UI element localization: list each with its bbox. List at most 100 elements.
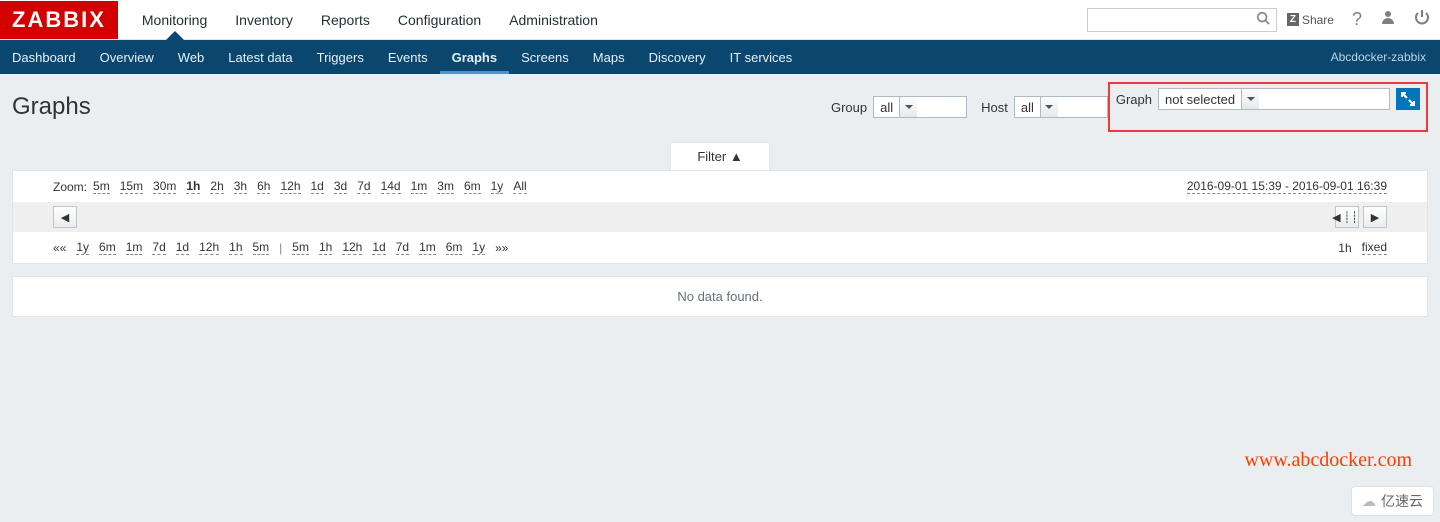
shift-left-5m[interactable]: 5m bbox=[253, 240, 270, 255]
page-title: Graphs bbox=[12, 93, 91, 121]
shift-left-7d[interactable]: 7d bbox=[152, 240, 165, 255]
filter-toggle-row: Filter ▲ bbox=[0, 142, 1440, 170]
subnav-latest-data[interactable]: Latest data bbox=[216, 40, 304, 74]
shift-right-12h[interactable]: 12h bbox=[342, 240, 362, 255]
topnav-reports[interactable]: Reports bbox=[307, 0, 384, 39]
subnav-discovery[interactable]: Discovery bbox=[637, 40, 718, 74]
subnav-overview[interactable]: Overview bbox=[88, 40, 166, 74]
graph-select-value: not selected bbox=[1159, 92, 1241, 107]
subnav-dashboard[interactable]: Dashboard bbox=[0, 40, 88, 74]
time-panel: Zoom: 5m 15m 30m 1h 2h 3h 6h 12h 1d 3d 7… bbox=[12, 170, 1428, 264]
shift-mode-toggle[interactable]: fixed bbox=[1362, 240, 1387, 255]
zoom-6m[interactable]: 6m bbox=[464, 179, 481, 194]
host-select[interactable]: all bbox=[1014, 96, 1108, 118]
subnav-it-services[interactable]: IT services bbox=[718, 40, 805, 74]
user-icon[interactable] bbox=[1380, 9, 1396, 30]
page-header-row: Graphs Group all Host all Graph not sele… bbox=[0, 74, 1440, 136]
top-nav: ZABBIX Monitoring Inventory Reports Conf… bbox=[0, 0, 1440, 40]
nav-arrows-row: ◀ ◀┊┊ ▶ bbox=[13, 202, 1427, 232]
filter-host-dropdown: Host all bbox=[981, 96, 1108, 118]
subnav-web[interactable]: Web bbox=[166, 40, 217, 74]
search-box[interactable] bbox=[1087, 8, 1277, 32]
zoom-1h[interactable]: 1h bbox=[186, 179, 200, 194]
zoom-6h[interactable]: 6h bbox=[257, 179, 270, 194]
corner-badge-label: 亿速云 bbox=[1381, 491, 1423, 511]
chevron-down-icon[interactable] bbox=[1040, 97, 1058, 117]
shift-row: «« 1y 6m 1m 7d 1d 12h 1h 5m | 5m 1h 12h … bbox=[13, 232, 1427, 263]
subnav-maps[interactable]: Maps bbox=[581, 40, 637, 74]
subnav-screens[interactable]: Screens bbox=[509, 40, 581, 74]
graph-label: Graph bbox=[1116, 92, 1152, 107]
watermark: www.abcdocker.com bbox=[1244, 449, 1412, 472]
fullscreen-button[interactable] bbox=[1396, 88, 1420, 110]
zoom-1y[interactable]: 1y bbox=[491, 179, 504, 194]
topnav-configuration[interactable]: Configuration bbox=[384, 0, 495, 39]
cloud-icon: ☁ bbox=[1362, 493, 1376, 510]
range-prev-button[interactable]: ◀┊┊ bbox=[1335, 206, 1359, 228]
zoom-all[interactable]: All bbox=[513, 179, 526, 194]
zoom-2h[interactable]: 2h bbox=[210, 179, 223, 194]
zoom-7d[interactable]: 7d bbox=[357, 179, 370, 194]
subnav-graphs[interactable]: Graphs bbox=[440, 40, 510, 74]
zoom-1d[interactable]: 1d bbox=[311, 179, 324, 194]
host-select-value: all bbox=[1015, 100, 1040, 115]
topnav-administration[interactable]: Administration bbox=[495, 0, 612, 39]
sub-nav: Dashboard Overview Web Latest data Trigg… bbox=[0, 40, 1440, 74]
filter-group-dropdown: Group all bbox=[831, 96, 967, 118]
host-label: Host bbox=[981, 100, 1008, 115]
shift-left-6m[interactable]: 6m bbox=[99, 240, 116, 255]
filter-toggle-button[interactable]: Filter ▲ bbox=[670, 142, 769, 170]
zoom-3m[interactable]: 3m bbox=[437, 179, 454, 194]
shift-duration: 1h bbox=[1338, 241, 1351, 255]
zoom-15m[interactable]: 15m bbox=[120, 179, 143, 194]
search-icon[interactable] bbox=[1256, 11, 1270, 28]
power-icon[interactable] bbox=[1414, 9, 1430, 30]
zoom-14d[interactable]: 14d bbox=[381, 179, 401, 194]
share-button[interactable]: Z Share bbox=[1287, 13, 1334, 27]
shift-right-1d[interactable]: 1d bbox=[372, 240, 385, 255]
shift-left-1d[interactable]: 1d bbox=[176, 240, 189, 255]
zoom-label: Zoom: bbox=[53, 180, 87, 194]
zoom-5m[interactable]: 5m bbox=[93, 179, 110, 194]
subnav-user-label: Abcdocker-zabbix bbox=[1331, 50, 1440, 64]
topnav-inventory[interactable]: Inventory bbox=[221, 0, 307, 39]
help-icon[interactable]: ? bbox=[1352, 9, 1362, 30]
shift-separator: | bbox=[279, 241, 282, 255]
zoom-12h[interactable]: 12h bbox=[280, 179, 300, 194]
chevron-down-icon[interactable] bbox=[899, 97, 917, 117]
shift-left-1m[interactable]: 1m bbox=[126, 240, 143, 255]
top-nav-menu: Monitoring Inventory Reports Configurati… bbox=[128, 0, 612, 39]
prev-button[interactable]: ◀ bbox=[53, 206, 77, 228]
filter-graph-dropdown: Graph not selected bbox=[1116, 88, 1390, 110]
subnav-triggers[interactable]: Triggers bbox=[305, 40, 376, 74]
shift-left-1y[interactable]: 1y bbox=[76, 240, 89, 255]
shift-right-6m[interactable]: 6m bbox=[446, 240, 463, 255]
shift-right-5m[interactable]: 5m bbox=[292, 240, 309, 255]
subnav-events[interactable]: Events bbox=[376, 40, 440, 74]
zoom-row: Zoom: 5m 15m 30m 1h 2h 3h 6h 12h 1d 3d 7… bbox=[13, 171, 1427, 202]
range-next-button[interactable]: ▶ bbox=[1363, 206, 1387, 228]
search-input[interactable] bbox=[1094, 12, 1256, 27]
group-select-value: all bbox=[874, 100, 899, 115]
zoom-3h[interactable]: 3h bbox=[234, 179, 247, 194]
shift-left-12h[interactable]: 12h bbox=[199, 240, 219, 255]
chevron-down-icon[interactable] bbox=[1241, 89, 1259, 109]
topnav-monitoring[interactable]: Monitoring bbox=[128, 0, 221, 39]
shift-right-1m[interactable]: 1m bbox=[419, 240, 436, 255]
shift-right-1y[interactable]: 1y bbox=[472, 240, 485, 255]
z-icon: Z bbox=[1287, 13, 1299, 26]
shift-left-sym: «« bbox=[53, 241, 66, 255]
shift-right-1h[interactable]: 1h bbox=[319, 240, 332, 255]
graph-select[interactable]: not selected bbox=[1158, 88, 1390, 110]
date-range[interactable]: 2016-09-01 15:39 - 2016-09-01 16:39 bbox=[1187, 179, 1387, 194]
logo[interactable]: ZABBIX bbox=[0, 1, 118, 39]
graph-filter-highlight: Graph not selected bbox=[1108, 82, 1428, 132]
zoom-1m[interactable]: 1m bbox=[411, 179, 428, 194]
group-select[interactable]: all bbox=[873, 96, 967, 118]
shift-left-1h[interactable]: 1h bbox=[229, 240, 242, 255]
zoom-3d[interactable]: 3d bbox=[334, 179, 347, 194]
shift-right-7d[interactable]: 7d bbox=[396, 240, 409, 255]
zoom-30m[interactable]: 30m bbox=[153, 179, 176, 194]
share-label: Share bbox=[1302, 13, 1334, 27]
shift-right-sym: »» bbox=[495, 241, 508, 255]
